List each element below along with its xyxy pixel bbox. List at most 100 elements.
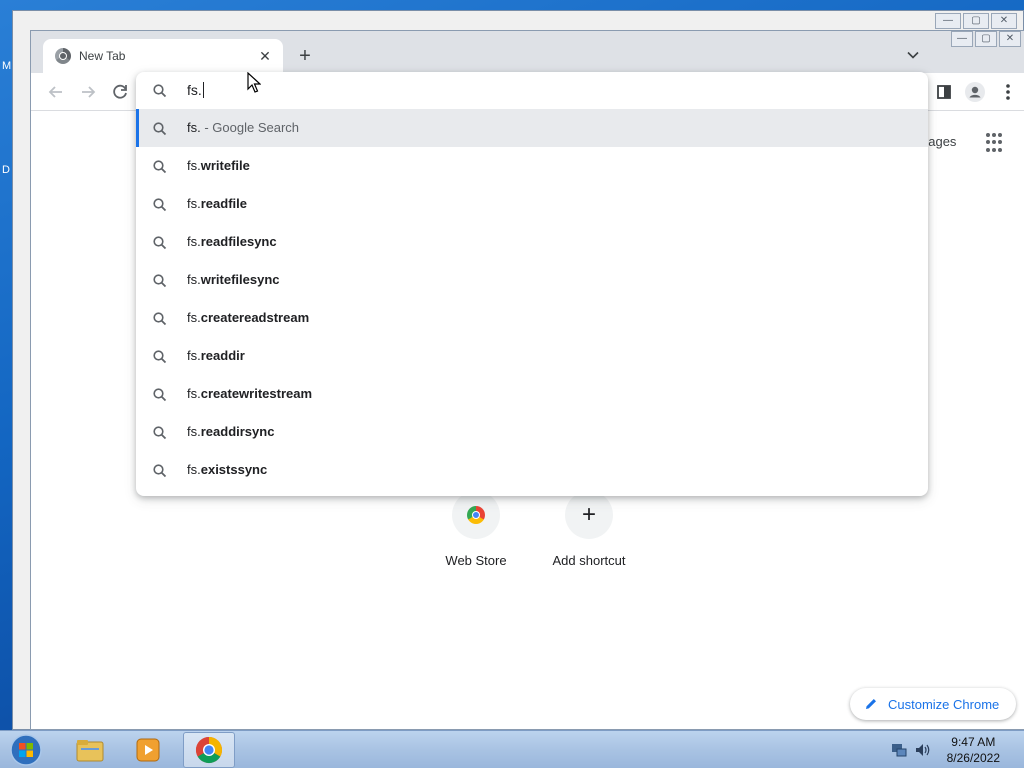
plus-icon: + <box>581 501 596 528</box>
taskbar-chrome[interactable] <box>183 732 235 768</box>
close-button[interactable]: ✕ <box>991 13 1017 29</box>
suggestion-prefix: fs. <box>187 348 201 363</box>
suggestion-completion: readdir <box>200 348 245 363</box>
omnibox-suggestion[interactable]: fs.createwritestream <box>136 375 928 413</box>
search-icon <box>153 312 167 326</box>
address-bar-text: fs. <box>187 82 202 98</box>
search-icon <box>153 464 167 478</box>
suggestion-text: fs.writefilesync <box>187 272 280 287</box>
search-icon <box>153 198 167 212</box>
volume-icon[interactable] <box>914 741 932 759</box>
omnibox-suggestion[interactable]: fs.createreadstream <box>136 299 928 337</box>
suggestion-text: fs.readdir <box>187 348 245 363</box>
tab-close-icon[interactable]: ✕ <box>257 48 273 64</box>
suggestion-prefix: fs. <box>187 424 201 439</box>
search-icon <box>153 350 167 364</box>
search-icon <box>153 122 167 136</box>
desktop-icon-fragment[interactable]: D <box>2 164 10 176</box>
shortcut-tile: + <box>565 491 613 539</box>
shortcut-add[interactable]: + Add shortcut <box>533 491 645 568</box>
omnibox-suggestion[interactable]: fs.readdirsync <box>136 413 928 451</box>
omnibox-dropdown: fs. fs. - Google Search fs.writefile fs.re… <box>136 72 928 496</box>
chrome-icon <box>55 48 71 64</box>
chrome-web-store-icon <box>467 506 485 524</box>
omnibox-suggestion[interactable]: fs.existssync <box>136 451 928 489</box>
suggestion-prefix: fs. <box>187 272 201 287</box>
clock-date: 8/26/2022 <box>946 751 1000 765</box>
reload-icon[interactable] <box>109 81 131 103</box>
start-button[interactable] <box>6 733 46 767</box>
taskbar-explorer[interactable] <box>64 732 116 768</box>
network-icon[interactable] <box>890 741 908 759</box>
text-caret <box>202 82 204 98</box>
search-icon <box>153 426 167 440</box>
omnibox-suggestion[interactable]: fs. - Google Search <box>136 109 928 147</box>
forward-arrow-icon[interactable] <box>77 81 99 103</box>
new-tab-button[interactable]: + <box>293 44 317 68</box>
search-icon <box>153 274 167 288</box>
customize-chrome-button[interactable]: Customize Chrome <box>850 688 1016 720</box>
address-bar-input[interactable]: fs. <box>187 82 204 98</box>
windows-logo-icon <box>10 734 42 766</box>
suggestion-prefix: fs. <box>187 310 201 325</box>
omnibox-suggestion[interactable]: fs.writefilesync <box>136 261 928 299</box>
taskbar: 9:47 AM 8/26/2022 <box>0 730 1024 768</box>
mouse-cursor-icon <box>247 72 261 93</box>
omnibox-suggestion[interactable]: fs.readfile <box>136 185 928 223</box>
more-vert-icon[interactable] <box>997 81 1019 103</box>
apps-grid-icon[interactable] <box>986 133 1006 153</box>
tab-strip: New Tab ✕ + — ▢ ✕ <box>31 31 1024 73</box>
folder-icon <box>76 740 104 762</box>
suggestion-text: fs.createreadstream <box>187 310 309 325</box>
taskbar-media-player[interactable] <box>122 732 174 768</box>
suggestion-text: fs. - Google Search <box>187 120 299 135</box>
suggestion-completion: readdirsync <box>200 424 275 439</box>
suggestion-prefix: fs. <box>187 386 201 401</box>
customize-label: Customize Chrome <box>888 696 1000 712</box>
suggestion-completion: createwritestream <box>200 386 313 401</box>
window-controls: — ▢ ✕ <box>951 31 1021 47</box>
search-icon <box>153 236 167 250</box>
restore-button[interactable]: ▢ <box>975 31 997 47</box>
suggestion-completion: writefilesync <box>200 272 280 287</box>
suggestion-prefix: fs. <box>187 234 201 249</box>
shortcut-web-store[interactable]: Web Store <box>420 491 532 568</box>
suggestion-completion: createreadstream <box>200 310 310 325</box>
desktop-icon-fragment[interactable]: M <box>2 60 11 72</box>
suggestion-hint: - Google Search <box>200 120 300 135</box>
clock-time: 9:47 AM <box>951 735 996 749</box>
suggestion-completion: readfile <box>200 196 247 211</box>
close-button[interactable]: ✕ <box>999 31 1021 47</box>
tab-new-tab[interactable]: New Tab ✕ <box>43 39 283 73</box>
suggestion-prefix: fs. <box>187 462 201 477</box>
media-player-icon <box>136 738 160 762</box>
omnibox-suggestion[interactable]: fs.writefile <box>136 147 928 185</box>
minimize-button[interactable]: — <box>935 13 961 29</box>
suggestion-text: fs.readdirsync <box>187 424 274 439</box>
suggestion-completion: writefile <box>200 158 250 173</box>
suggestion-text: fs.readfile <box>187 196 247 211</box>
omnibox-suggestion[interactable]: fs.readfilesync <box>136 223 928 261</box>
tab-title: New Tab <box>79 49 126 63</box>
pencil-icon <box>866 699 876 709</box>
suggestion-text: fs.writefile <box>187 158 250 173</box>
profile-avatar-icon[interactable] <box>964 81 986 103</box>
shortcut-label: Web Store <box>445 553 507 568</box>
search-icon <box>153 388 167 402</box>
suggestion-completion: existssync <box>200 462 268 477</box>
shortcut-label: Add shortcut <box>552 553 626 568</box>
suggestion-completion: readfilesync <box>200 234 277 249</box>
omnibox-suggestion[interactable]: fs.readdir <box>136 337 928 375</box>
back-arrow-icon[interactable] <box>45 81 67 103</box>
suggestion-prefix: fs. <box>187 120 201 135</box>
side-panel-icon[interactable] <box>933 81 955 103</box>
system-clock[interactable]: 9:47 AM 8/26/2022 <box>947 734 1000 766</box>
suggestion-prefix: fs. <box>187 158 201 173</box>
maximize-button[interactable]: ▢ <box>963 13 989 29</box>
minimize-button[interactable]: — <box>951 31 973 47</box>
search-icon <box>153 160 167 174</box>
chevron-down-icon[interactable] <box>903 45 923 65</box>
chrome-icon <box>195 736 223 764</box>
shortcut-tile <box>452 491 500 539</box>
suggestion-text: fs.existssync <box>187 462 267 477</box>
